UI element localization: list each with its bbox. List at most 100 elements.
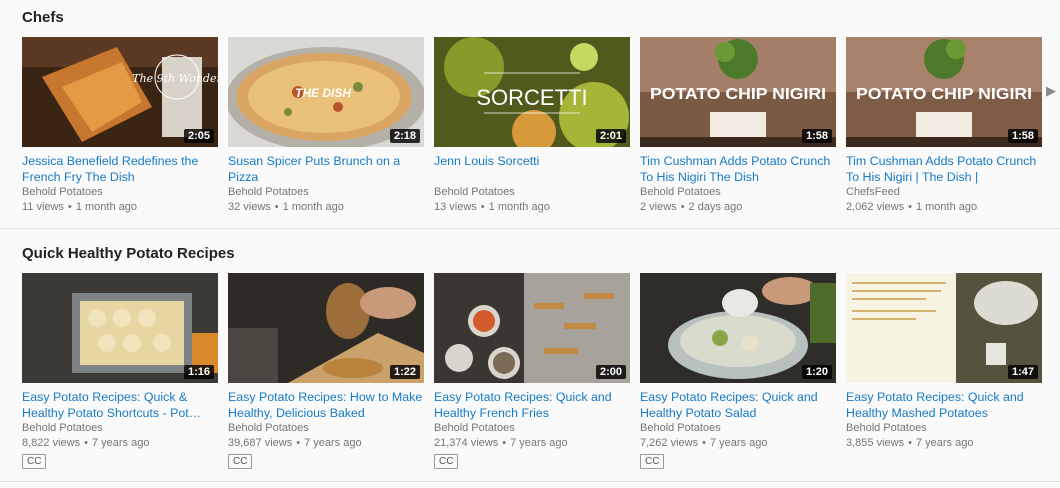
shelf-quick-healthy-potato-recipes: Quick Healthy Potato Recipes 1:16 Easy P… bbox=[0, 230, 1060, 482]
upload-age: 7 years ago bbox=[91, 437, 150, 449]
video-card[interactable]: 1:22 Easy Potato Recipes: How to Make He… bbox=[228, 273, 424, 469]
video-thumbnail[interactable]: 2:00 bbox=[434, 273, 630, 383]
video-card[interactable]: THE DISH 2:18 Susan Spicer Puts Brunch o… bbox=[228, 37, 424, 214]
video-meta: 32 views • 1 month ago bbox=[228, 200, 424, 214]
video-meta: 3,855 views • 7 years ago bbox=[846, 436, 1042, 450]
video-title[interactable]: Easy Potato Recipes: Quick and Healthy F… bbox=[434, 389, 630, 421]
video-title[interactable]: Easy Potato Recipes: Quick and Healthy M… bbox=[846, 389, 1042, 421]
channel-name[interactable]: ChefsFeed bbox=[846, 185, 1042, 199]
video-duration: 1:16 bbox=[183, 365, 214, 379]
channel-name[interactable]: Behold Potatoes bbox=[434, 185, 630, 199]
video-duration: 2:01 bbox=[595, 129, 626, 143]
separator-dot: • bbox=[908, 201, 912, 213]
video-title[interactable]: Susan Spicer Puts Brunch on a Pizza bbox=[228, 153, 424, 185]
chevron-right-icon[interactable]: ▶ bbox=[1044, 80, 1058, 102]
view-count: 32 views bbox=[228, 201, 271, 213]
upload-age: 7 years ago bbox=[304, 437, 362, 449]
video-meta: 8,822 views • 7 years ago bbox=[22, 436, 218, 450]
video-title[interactable]: Easy Potato Recipes: Quick and Healthy P… bbox=[640, 389, 836, 421]
view-count: 13 views bbox=[434, 201, 477, 213]
video-thumbnail[interactable]: THE DISH 2:18 bbox=[228, 37, 424, 147]
video-title[interactable]: Jessica Benefield Redefines the French F… bbox=[22, 153, 218, 185]
channel-name[interactable]: Behold Potatoes bbox=[228, 421, 424, 435]
separator-dot: • bbox=[67, 201, 72, 213]
thumb-overlay-text: POTATO CHIP NIGIRI bbox=[856, 86, 1032, 103]
video-thumbnail[interactable]: 1:16 bbox=[22, 273, 218, 383]
view-count: 39,687 views bbox=[228, 437, 293, 449]
video-meta: 39,687 views • 7 years ago bbox=[228, 436, 424, 450]
video-card[interactable]: 1:16 Easy Potato Recipes: Quick & Health… bbox=[22, 273, 218, 469]
video-meta: 2 views • 2 days ago bbox=[640, 200, 836, 214]
separator-dot: • bbox=[702, 437, 706, 449]
video-thumbnail[interactable]: 1:22 bbox=[228, 273, 424, 383]
closed-captions-badge: CC bbox=[228, 454, 253, 469]
video-title[interactable]: Tim Cushman Adds Potato Crunch To His Ni… bbox=[640, 153, 836, 185]
thumb-overlay-text: POTATO CHIP NIGIRI bbox=[650, 86, 826, 103]
video-thumbnail[interactable]: 1:47 bbox=[846, 273, 1042, 383]
video-title[interactable]: Easy Potato Recipes: Quick & Healthy Pot… bbox=[22, 389, 218, 421]
video-row: The 9th Wonder 2:05 Jessica Benefield Re… bbox=[22, 37, 1052, 214]
upload-age: 1 month ago bbox=[75, 201, 137, 213]
upload-age: 1 month ago bbox=[488, 201, 550, 213]
video-card[interactable]: 1:20 Easy Potato Recipes: Quick and Heal… bbox=[640, 273, 836, 469]
channel-name[interactable]: Behold Potatoes bbox=[640, 185, 836, 199]
channel-name[interactable]: Behold Potatoes bbox=[846, 421, 1042, 435]
video-duration: 2:00 bbox=[595, 365, 626, 379]
video-card[interactable]: POTATO CHIP NIGIRI 1:58 Tim Cushman Adds… bbox=[640, 37, 836, 214]
separator-dot: • bbox=[274, 201, 279, 213]
video-thumbnail[interactable]: POTATO CHIP NIGIRI 1:58 bbox=[640, 37, 836, 147]
video-meta: 21,374 views • 7 years ago bbox=[434, 436, 630, 450]
upload-age: 7 years ago bbox=[709, 437, 768, 449]
video-thumbnail[interactable]: POTATO CHIP NIGIRI 1:58 bbox=[846, 37, 1042, 147]
view-count: 21,374 views bbox=[434, 437, 499, 449]
thumb-overlay-text: SORCETTI bbox=[476, 85, 587, 110]
video-duration: 1:58 bbox=[1007, 129, 1038, 143]
video-card[interactable]: The 9th Wonder 2:05 Jessica Benefield Re… bbox=[22, 37, 218, 214]
separator-dot: • bbox=[680, 201, 685, 213]
upload-age: 7 years ago bbox=[510, 437, 568, 449]
closed-captions-badge: CC bbox=[434, 454, 459, 469]
view-count: 7,262 views bbox=[640, 437, 699, 449]
shelf-title[interactable]: Quick Healthy Potato Recipes bbox=[22, 245, 235, 262]
video-duration: 1:58 bbox=[801, 129, 832, 143]
separator-dot: • bbox=[502, 437, 507, 449]
video-meta: 7,262 views • 7 years ago bbox=[640, 436, 836, 450]
closed-captions-badge: CC bbox=[22, 454, 47, 469]
video-thumbnail[interactable]: The 9th Wonder 2:05 bbox=[22, 37, 218, 147]
video-meta: 2,062 views • 1 month ago bbox=[846, 200, 1042, 214]
channel-name[interactable]: Behold Potatoes bbox=[228, 185, 424, 199]
separator-dot: • bbox=[84, 437, 88, 449]
video-duration: 1:22 bbox=[389, 365, 420, 379]
view-count: 2,062 views bbox=[846, 201, 905, 213]
video-row: 1:16 Easy Potato Recipes: Quick & Health… bbox=[22, 273, 1052, 469]
video-title[interactable]: Tim Cushman Adds Potato Crunch To His Ni… bbox=[846, 153, 1042, 185]
upload-age: 1 month ago bbox=[282, 201, 344, 213]
video-card[interactable]: 1:47 Easy Potato Recipes: Quick and Heal… bbox=[846, 273, 1042, 469]
upload-age: 1 month ago bbox=[915, 201, 978, 213]
video-title[interactable]: Easy Potato Recipes: How to Make Healthy… bbox=[228, 389, 424, 421]
upload-age: 2 days ago bbox=[688, 201, 743, 213]
channel-name[interactable]: Behold Potatoes bbox=[434, 421, 630, 435]
channel-name[interactable]: Behold Potatoes bbox=[22, 421, 218, 435]
thumb-overlay-text: The 9th Wonder bbox=[132, 72, 218, 85]
video-title[interactable]: Jenn Louis Sorcetti bbox=[434, 153, 630, 185]
video-meta: 11 views • 1 month ago bbox=[22, 200, 218, 214]
video-meta: 13 views • 1 month ago bbox=[434, 200, 630, 214]
video-card[interactable]: SORCETTI 2:01 Jenn Louis Sorcetti Behold… bbox=[434, 37, 630, 214]
video-card[interactable]: POTATO CHIP NIGIRI 1:58 Tim Cushman Adds… bbox=[846, 37, 1042, 214]
separator-dot: • bbox=[296, 437, 301, 449]
shelf-title[interactable]: Chefs bbox=[22, 9, 64, 26]
video-thumbnail[interactable]: SORCETTI 2:01 bbox=[434, 37, 630, 147]
channel-name[interactable]: Behold Potatoes bbox=[640, 421, 836, 435]
view-count: 2 views bbox=[640, 201, 677, 213]
video-card[interactable]: 2:00 Easy Potato Recipes: Quick and Heal… bbox=[434, 273, 630, 469]
view-count: 8,822 views bbox=[22, 437, 81, 449]
video-duration: 1:47 bbox=[1007, 365, 1038, 379]
video-duration: 1:20 bbox=[801, 365, 832, 379]
view-count: 3,855 views bbox=[846, 437, 905, 449]
channel-name[interactable]: Behold Potatoes bbox=[22, 185, 218, 199]
video-thumbnail[interactable]: 1:20 bbox=[640, 273, 836, 383]
video-duration: 2:05 bbox=[183, 129, 214, 143]
closed-captions-badge: CC bbox=[640, 454, 665, 469]
thumb-overlay-text: THE DISH bbox=[295, 86, 351, 100]
